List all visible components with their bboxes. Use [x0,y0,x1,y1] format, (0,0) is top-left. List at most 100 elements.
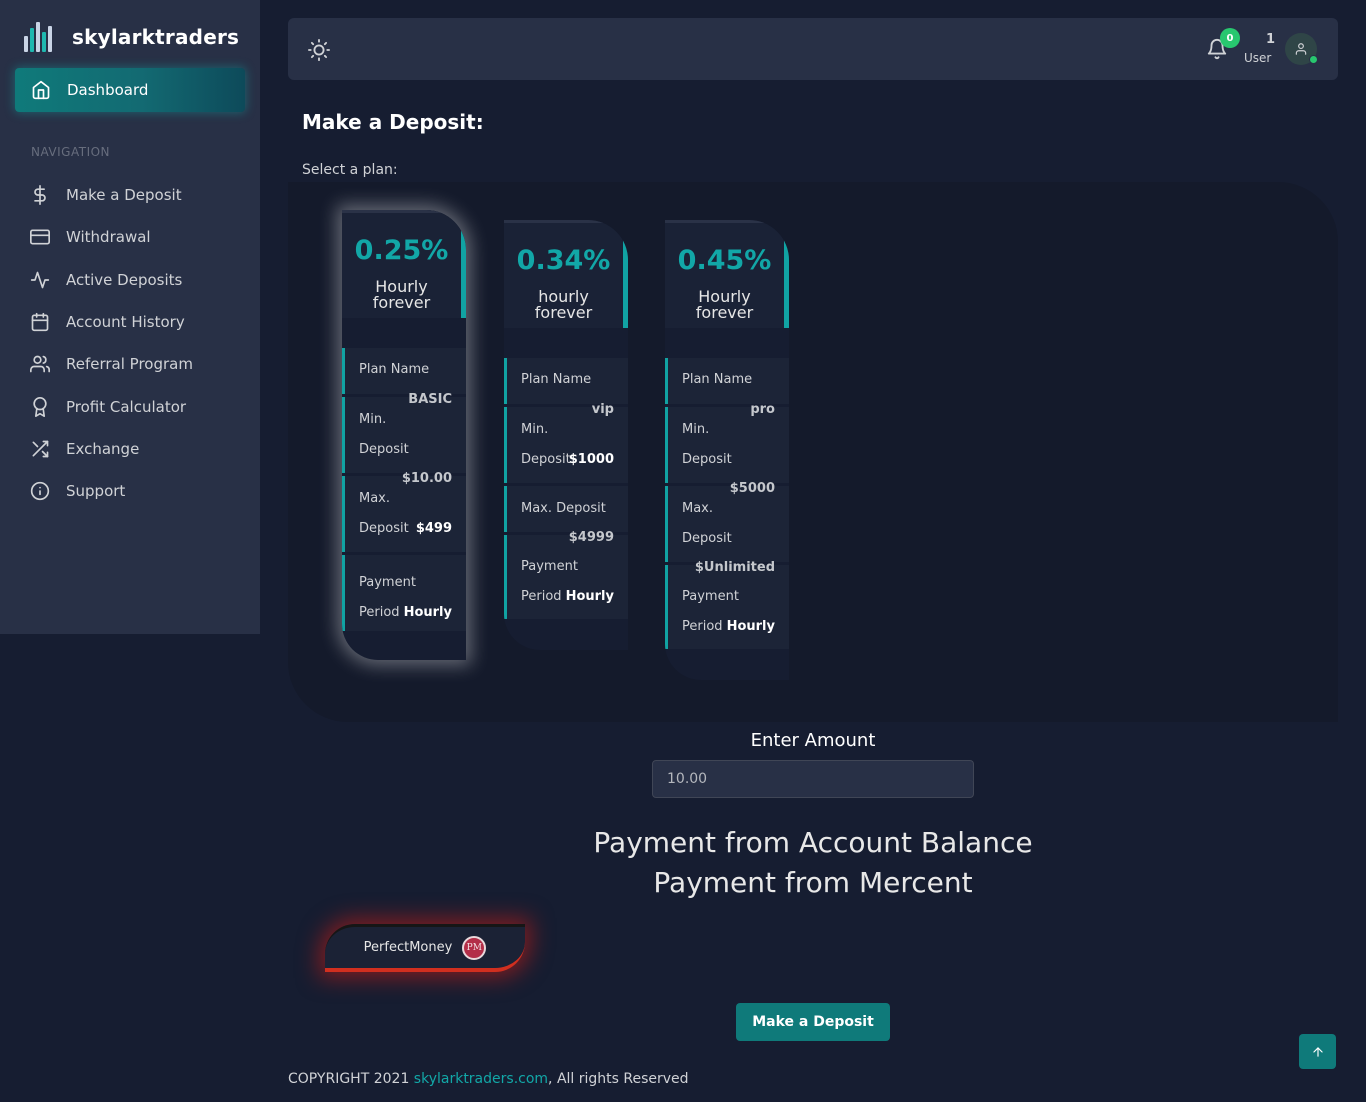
award-icon [33,396,47,417]
avatar[interactable] [1285,33,1318,65]
max-deposit-label: Max. [682,501,714,516]
payment-from-balance[interactable]: Payment from Account Balance [480,826,1146,859]
plan-rate: 0.45% [677,245,772,276]
min-deposit-row: vip Min. Deposit $1000 [504,402,628,483]
perfectmoney-label: PerfectMoney [363,940,453,955]
max-deposit-label: Deposit [682,531,732,546]
plan-rate: 0.25% [354,235,449,266]
user-name[interactable]: 1 [1266,32,1275,47]
plan-desc-line: forever [534,303,593,322]
sidebar-item-label: Referral Program [66,355,193,374]
calendar-icon [31,312,49,332]
sun-icon[interactable] [308,39,330,61]
plan-rate: 0.34% [516,245,611,276]
max-deposit-value: $499 [415,521,452,536]
payment-period-label: Period [359,605,400,620]
perfectmoney-logo-icon: PM [462,935,487,960]
credit-card-icon [30,229,50,245]
select-plan-label: Select a plan: [302,162,398,178]
sidebar-item-label: Support [66,482,126,501]
sidebar-item-exchange[interactable]: Exchange [0,428,260,470]
max-deposit-row: $5000 Max. Deposit [665,481,789,562]
sidebar-item-label: Withdrawal [66,228,151,247]
sidebar-item-account-history[interactable]: Account History [0,301,260,343]
notification-badge: 0 [1220,28,1240,48]
plan-desc-line: forever [372,293,431,312]
max-deposit-label: Deposit [359,521,409,536]
payment-period-value: Hourly [403,605,452,620]
online-status-dot [1309,55,1318,64]
perfectmoney-option[interactable]: PerfectMoney PM [325,924,525,972]
payment-period-row: $Unlimited Payment Period Hourly [665,560,789,649]
min-deposit-label: Min. [521,422,549,437]
footer-suffix: , All rights Reserved [548,1071,689,1087]
sidebar-item-make-deposit[interactable]: Make a Deposit [0,174,260,216]
plan-name-label: Plan Name [521,372,592,387]
plan-name-value: vip [591,402,614,417]
footer-link[interactable]: skylarktraders.com [414,1071,548,1087]
sidebar-nav: Make a Deposit Withdrawal Active Deposit… [0,174,260,512]
min-deposit-row: pro Min. Deposit [665,402,789,483]
sidebar-item-profit-calculator[interactable]: Profit Calculator [0,385,260,427]
page-title: Make a Deposit: [302,110,484,134]
amount-input[interactable] [652,760,974,798]
make-deposit-button[interactable]: Make a Deposit [736,1003,890,1041]
plan-description: hourly forever [504,289,623,321]
sidebar: skylarktraders Dashboard NAVIGATION Make… [0,0,260,634]
max-deposit-value: $Unlimited [694,560,775,575]
user-icon [1295,43,1307,55]
max-deposit-row: $10.00 Max. Deposit $499 [342,471,466,552]
min-deposit-value: $10.00 [401,471,452,486]
payment-period-value: Hourly [565,589,614,604]
dollar-icon [34,185,46,206]
plan-name-row: Plan Name [665,358,789,404]
plan-name-value: pro [750,402,775,417]
brand[interactable]: skylarktraders [24,22,239,52]
min-deposit-label: Min. [682,422,710,437]
payment-period-row: $4999 Payment Period Hourly [504,530,628,619]
payment-period-value: Hourly [726,619,775,634]
users-icon [30,355,50,373]
sidebar-item-label: Make a Deposit [66,186,182,205]
sidebar-item-support[interactable]: Support [0,470,260,512]
sidebar-item-referral-program[interactable]: Referral Program [0,343,260,385]
payment-period-label: Payment [682,589,739,604]
plan-description: Hourly forever [342,279,461,311]
min-deposit-value: $5000 [729,481,775,496]
plan-name-value: BASIC [408,392,452,407]
plan-card-pro[interactable]: 0.45% Hourly forever Plan Name pro Min. … [665,220,789,680]
payment-period-label: Payment [521,559,578,574]
max-deposit-label: Max. Deposit [521,501,606,516]
nav-header: NAVIGATION [31,145,111,159]
plan-name-row: Plan Name [504,358,628,404]
sidebar-item-withdrawal[interactable]: Withdrawal [0,216,260,258]
payment-period-row: Payment Period Hourly [342,555,466,631]
plan-desc-line: forever [695,303,754,322]
sidebar-item-label: Exchange [66,439,140,458]
payment-period-label: Payment [359,575,416,590]
payment-from-merchant: Payment from Mercent [653,866,973,899]
arrow-up-icon [1312,1046,1323,1057]
max-deposit-label: Max. [359,491,391,506]
plan-card-basic[interactable]: 0.25% Hourly forever Plan Name BASIC Min… [342,210,466,660]
activity-icon [30,271,50,289]
sidebar-item-active-deposits[interactable]: Active Deposits [0,259,260,301]
payment-period-label: Period [682,619,723,634]
min-deposit-value: $1000 [568,452,614,467]
sidebar-item-label: Account History [66,313,185,332]
sidebar-item-label: Profit Calculator [66,397,187,416]
plan-description: Hourly forever [665,289,784,321]
info-icon [30,482,50,501]
min-deposit-label: Deposit [682,452,732,467]
amount-label: Enter Amount [750,730,876,751]
plan-card-vip[interactable]: 0.34% hourly forever Plan Name vip Min. … [504,220,628,650]
min-deposit-row: BASIC Min. Deposit [342,392,466,473]
scroll-top-button[interactable] [1299,1034,1336,1069]
shuffle-icon [32,440,49,458]
max-deposit-row: Max. Deposit [504,486,628,532]
footer-prefix: COPYRIGHT 2021 [288,1071,414,1087]
sidebar-item-label: Active Deposits [66,270,183,289]
sidebar-item-dashboard[interactable]: Dashboard [15,68,245,112]
brand-name: skylarktraders [72,25,240,49]
max-deposit-value: $4999 [568,530,614,545]
